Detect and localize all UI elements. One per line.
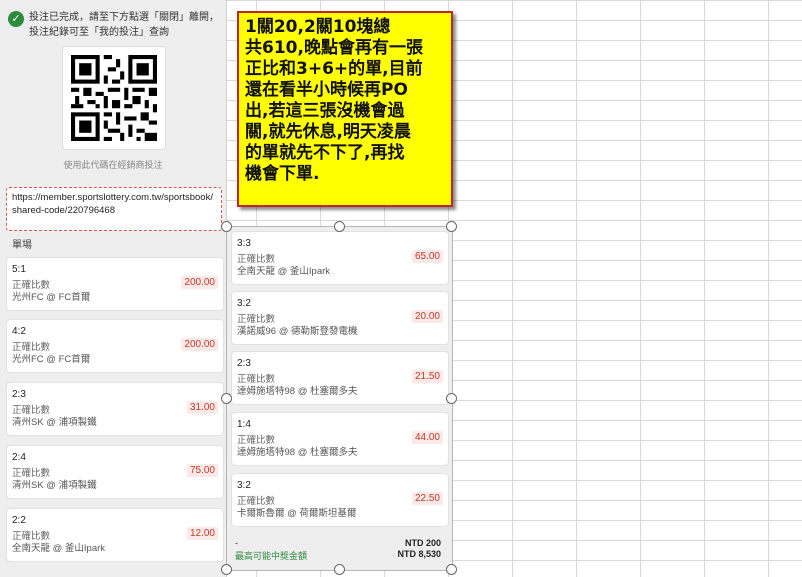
bet-score: 2:3: [12, 389, 26, 400]
bet-match: 光州FC @ FC首爾: [12, 354, 91, 365]
stake-amount: NTD 200: [404, 538, 441, 548]
notice-text: 投注已完成，請至下方點選「關閉」離開，投注紀錄可至「我的投注」查詢: [29, 12, 219, 38]
bet-score: 3:2: [237, 480, 251, 491]
bet-card: 1:4 正確比數 達姆施塔特98 @ 杜塞爾多夫 44.00: [231, 412, 449, 466]
bet-score: 2:2: [12, 515, 26, 526]
bet-score: 3:3: [237, 238, 251, 249]
bet-match: 卡爾斯魯爾 @ 荷爾斯坦基爾: [237, 508, 357, 519]
bet-card: 2:3 正確比數 清州SK @ 浦項製鐵 31.00: [6, 382, 224, 436]
bet-match: 光州FC @ FC首爾: [12, 292, 91, 303]
bet-score: 2:3: [237, 358, 251, 369]
resize-handle-left[interactable]: [221, 393, 232, 404]
share-url-link[interactable]: https://member.sportslottery.com.tw/spor…: [6, 187, 222, 231]
note-line: 出,若這三張沒機會過: [245, 101, 405, 121]
check-circle-icon: ✓: [8, 11, 24, 27]
note-line: 1關20,2關10塊總: [245, 17, 391, 37]
bet-card: 2:3 正確比數 達姆施塔特98 @ 杜塞爾多夫 21.50: [231, 351, 449, 405]
section-label: 單場: [12, 240, 32, 251]
bet-match: 清州SK @ 浦項製鐵: [12, 417, 97, 428]
note-line: 共610,晚點會再有一張: [245, 38, 423, 58]
bet-match: 全南天龍 @ 釜山Ipark: [12, 543, 106, 554]
bet-odds: 20.00: [411, 310, 443, 323]
resize-handle-bottom-right[interactable]: [446, 564, 457, 575]
bet-card: 4:2 正確比數 光州FC @ FC首爾 200.00: [6, 319, 224, 373]
bet-card: 3:2 正確比數 漢諾威96 @ 德勒斯登發電機 20.00: [231, 291, 449, 345]
bet-slip-image-right[interactable]: 3:3 正確比數 全南天龍 @ 釜山Ipark 65.00 3:2 正確比數 漢…: [226, 226, 453, 571]
bet-odds: 21.50: [411, 370, 443, 383]
note-line: 機會下單.: [245, 164, 320, 184]
callout-note[interactable]: 1關20,2關10塊總 共610,晚點會再有一張 正比和3+6+的單,目前 還在…: [237, 11, 453, 207]
bet-match: 漢諾威96 @ 德勒斯登發電機: [237, 326, 358, 337]
bet-score: 3:2: [237, 298, 251, 309]
bet-card: 2:4 正確比數 清州SK @ 浦項製鐵 75.00: [6, 445, 224, 499]
totals-row: - 最高可能中獎金額 NTD 200 NTD 8,530: [231, 530, 447, 566]
resize-handle-top[interactable]: [334, 221, 345, 232]
resize-handle-bottom[interactable]: [334, 564, 345, 575]
max-payout-label: 最高可能中獎金額: [235, 551, 308, 561]
bet-odds: 75.00: [186, 464, 218, 477]
bet-odds: 200.00: [181, 276, 218, 289]
qr-code-graphic: [71, 55, 157, 141]
bet-match: 達姆施塔特98 @ 杜塞爾多夫: [237, 447, 358, 458]
bet-score: 5:1: [12, 264, 26, 275]
bet-odds: 12.00: [186, 527, 218, 540]
resize-handle-top-right[interactable]: [446, 221, 457, 232]
success-notice: ✓ 投注已完成，請至下方點選「關閉」離開，投注紀錄可至「我的投注」查詢: [8, 10, 220, 40]
bet-slip-image-left[interactable]: ✓ 投注已完成，請至下方點選「關閉」離開，投注紀錄可至「我的投注」查詢 使用此代…: [0, 0, 227, 577]
resize-handle-right[interactable]: [446, 393, 457, 404]
bet-score: 2:4: [12, 452, 26, 463]
resize-handle-top-left[interactable]: [221, 221, 232, 232]
max-payout-amount: NTD 8,530: [397, 549, 441, 559]
bet-card: 5:1 正確比數 光州FC @ FC首爾 200.00: [6, 257, 224, 311]
bet-odds: 22.50: [411, 492, 443, 505]
bet-card: 3:2 正確比數 卡爾斯魯爾 @ 荷爾斯坦基爾 22.50: [231, 473, 449, 527]
note-line: 關,就先休息,明天凌晨: [245, 122, 411, 142]
note-line: 還在看半小時候再PO: [245, 80, 408, 100]
bet-score: 4:2: [12, 326, 26, 337]
bet-score: 1:4: [237, 419, 251, 430]
bet-odds: 200.00: [181, 338, 218, 351]
resize-handle-bottom-left[interactable]: [221, 564, 232, 575]
bet-card: 2:2 正確比數 全南天龍 @ 釜山Ipark 12.00: [6, 508, 224, 562]
totals-dash: -: [235, 538, 238, 548]
qr-code: [62, 46, 166, 150]
bet-odds: 44.00: [411, 431, 443, 444]
bet-odds: 65.00: [411, 250, 443, 263]
qr-caption: 使用此代碼在經銷商投注: [63, 160, 163, 170]
bet-match: 達姆施塔特98 @ 杜塞爾多夫: [237, 386, 358, 397]
note-line: 的單就先不下了,再找: [245, 143, 405, 163]
bet-match: 清州SK @ 浦項製鐵: [12, 480, 97, 491]
note-line: 正比和3+6+的單,目前: [245, 59, 423, 79]
bet-odds: 31.00: [186, 401, 218, 414]
bet-match: 全南天龍 @ 釜山Ipark: [237, 266, 331, 277]
bet-card: 3:3 正確比數 全南天龍 @ 釜山Ipark 65.00: [231, 231, 449, 285]
